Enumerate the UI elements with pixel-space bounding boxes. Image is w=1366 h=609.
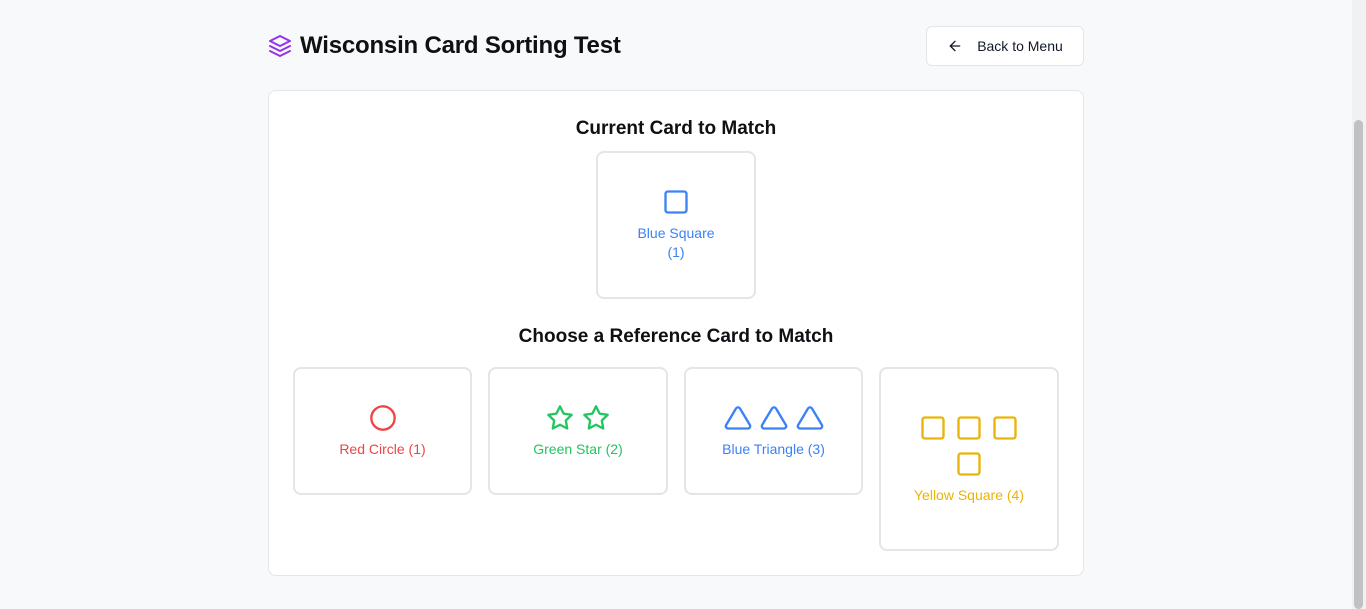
square-icon [957,451,981,476]
reference-cards-heading: Choose a Reference Card to Match [518,326,834,347]
reference-card-label: Red Circle (1) [339,440,426,457]
game-panel: Current Card to Match Blue Square (1) Ch… [268,90,1084,576]
scrollbar-thumb[interactable] [1354,120,1363,609]
triangle-icon [796,405,823,430]
reference-card-shapes [369,404,397,432]
star-icon [547,404,573,430]
reference-card-blue-triangle[interactable]: Blue Triangle (3) [684,367,863,495]
square-icon [993,415,1017,440]
reference-card-label: Green Star (2) [533,440,623,457]
reference-card-label: Yellow Square (4) [914,486,1024,503]
square-icon [957,415,981,440]
page: Wisconsin Card Sorting Test Back to Menu… [0,0,1366,609]
reference-card-shapes [724,404,824,432]
reference-card-green-star[interactable]: Green Star (2) [488,367,668,495]
reference-card-shapes [546,404,610,432]
back-to-menu-button[interactable]: Back to Menu [926,26,1084,66]
current-card-label: Blue Square (1) [637,225,715,260]
current-card: Blue Square (1) [596,151,756,299]
reference-card-yellow-square[interactable]: Yellow Square (4) [879,367,1059,551]
current-card-shapes [662,188,690,216]
circle-icon [369,404,396,431]
layers-icon [268,34,292,58]
reference-card-shapes [915,414,1023,478]
arrow-left-icon [947,38,963,54]
current-card-heading: Current Card to Match [575,118,777,139]
back-to-menu-label: Back to Menu [977,38,1063,54]
triangle-icon [724,405,751,430]
header: Wisconsin Card Sorting Test Back to Menu [268,26,1084,66]
title-group: Wisconsin Card Sorting Test [268,32,621,60]
triangle-icon [760,405,787,430]
page-title: Wisconsin Card Sorting Test [300,32,621,59]
star-icon [583,404,609,430]
reference-card-label: Blue Triangle (3) [722,440,825,457]
scrollbar-track[interactable] [1352,0,1366,609]
reference-card-red-circle[interactable]: Red Circle (1) [293,367,472,495]
square-icon [921,415,945,440]
square-icon [664,190,688,214]
